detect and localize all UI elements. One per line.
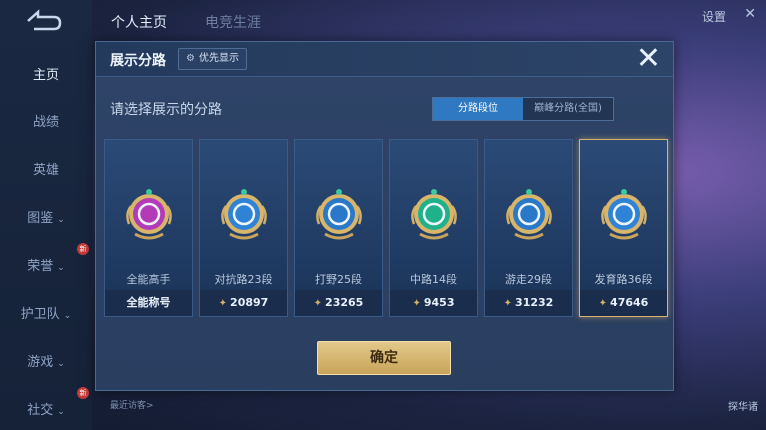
confirm-button[interactable]: 确定 xyxy=(317,341,451,375)
back-icon[interactable] xyxy=(24,8,64,34)
tab-lane-rank[interactable]: 分路段位 xyxy=(433,98,523,120)
lane-score-value: 31232 xyxy=(515,296,554,309)
recent-visitors-link[interactable]: 最近访客> xyxy=(110,398,154,411)
close-icon[interactable]: ✕ xyxy=(744,6,756,22)
lane-score: ✦ 23265 xyxy=(295,290,382,316)
lane-score: ✦ 47646 xyxy=(580,290,667,316)
lane-score: ✦ 20897 xyxy=(200,290,287,316)
sidebar-item-record[interactable]: 战绩 xyxy=(0,111,92,130)
sidebar-item-label: 图鉴 xyxy=(27,211,54,226)
sidebar-item-label: 游戏 xyxy=(27,355,54,370)
explore-label[interactable]: 探华诸 xyxy=(728,398,758,413)
chevron-down-icon: ⌄ xyxy=(63,311,72,321)
lane-score-value: 9453 xyxy=(423,296,455,309)
chevron-down-icon: ⌄ xyxy=(57,263,65,273)
score-icon: ✦ xyxy=(313,298,323,309)
lane-display-dialog: 展示分路 ⚙ 优先显示 ✕ 请选择展示的分路 分路段位 巅峰分路(全国) 全能高手… xyxy=(95,41,674,391)
sidebar-item-game[interactable]: 游戏 ⌄ xyxy=(0,351,92,370)
lane-emblem-icon xyxy=(601,189,647,240)
score-icon: ✦ xyxy=(218,298,228,309)
lane-emblem-icon xyxy=(411,189,457,240)
new-badge: 新 xyxy=(77,387,89,399)
lane-card-list: 全能高手 全能称号 对抗路23段 ✦ 20897 打野25段 ✦ 23265 中路14段 ✦ 945… xyxy=(104,139,668,317)
lane-card[interactable]: 打野25段 ✦ 23265 xyxy=(294,139,383,317)
sidebar-item-label: 荣誉 xyxy=(27,259,54,274)
priority-label: 优先显示 xyxy=(198,53,239,64)
lane-name: 打野25段 xyxy=(315,273,362,286)
tab-profile[interactable]: 个人主页 xyxy=(111,12,167,32)
sidebar-item-label: 英雄 xyxy=(32,163,59,178)
sidebar-item-label: 社交 xyxy=(27,403,54,418)
lane-name: 发育路36段 xyxy=(594,273,653,286)
gear-icon: ⚙ xyxy=(186,53,195,64)
sidebar-item-guard[interactable]: 护卫队 ⌄ xyxy=(0,303,92,322)
sidebar-item-home[interactable]: 主页 xyxy=(0,64,92,83)
lane-emblem-icon xyxy=(316,189,362,240)
lane-emblem-icon xyxy=(126,189,172,240)
sidebar: 主页 战绩 英雄 图鉴 ⌄ 荣誉 ⌄ 新 护卫队 ⌄ 游戏 ⌄ 社交 ⌄ 新 xyxy=(0,0,92,430)
lane-score-value: 47646 xyxy=(610,296,649,309)
lane-card[interactable]: 对抗路23段 ✦ 20897 xyxy=(199,139,288,317)
dialog-title: 展示分路 xyxy=(110,53,166,69)
new-badge: 新 xyxy=(77,243,89,255)
lane-name: 中路14段 xyxy=(410,273,457,286)
tab-esports[interactable]: 电竞生涯 xyxy=(205,12,261,32)
sidebar-item-gallery[interactable]: 图鉴 ⌄ xyxy=(0,207,92,226)
sidebar-item-label: 主页 xyxy=(32,68,59,83)
lane-score-value: 23265 xyxy=(325,296,364,309)
sidebar-item-heroes[interactable]: 英雄 xyxy=(0,159,92,178)
sidebar-item-social[interactable]: 社交 ⌄ xyxy=(0,399,92,418)
lane-score: ✦ 31232 xyxy=(485,290,572,316)
lane-mode-toggle: 分路段位 巅峰分路(全国) xyxy=(432,97,614,121)
chevron-down-icon: ⌄ xyxy=(57,215,65,225)
lane-score-value: 全能称号 xyxy=(126,296,171,309)
sidebar-item-honor[interactable]: 荣誉 ⌄ xyxy=(0,255,92,274)
score-icon: ✦ xyxy=(598,298,608,309)
lane-card[interactable]: 全能高手 全能称号 xyxy=(104,139,193,317)
lane-card[interactable]: 游走29段 ✦ 31232 xyxy=(484,139,573,317)
settings-button[interactable]: 设置 xyxy=(702,8,726,25)
score-icon: ✦ xyxy=(503,298,513,309)
lane-score: ✦ 9453 xyxy=(390,290,477,316)
lane-emblem-icon xyxy=(506,189,552,240)
sidebar-item-label: 战绩 xyxy=(32,115,59,130)
lane-card[interactable]: 发育路36段 ✦ 47646 xyxy=(579,139,668,317)
lane-score-value: 20897 xyxy=(230,296,269,309)
tab-peak-lane[interactable]: 巅峰分路(全国) xyxy=(523,98,613,120)
sidebar-item-label: 护卫队 xyxy=(20,307,60,322)
lane-emblem-icon xyxy=(221,189,267,240)
dialog-header: 展示分路 ⚙ 优先显示 ✕ xyxy=(96,42,673,77)
lane-name: 游走29段 xyxy=(505,273,552,286)
lane-name: 全能高手 xyxy=(126,273,171,286)
chevron-down-icon: ⌄ xyxy=(57,359,65,369)
close-button[interactable]: ✕ xyxy=(636,44,661,74)
dialog-subtitle: 请选择展示的分路 xyxy=(110,102,222,118)
lane-card[interactable]: 中路14段 ✦ 9453 xyxy=(389,139,478,317)
lane-name: 对抗路23段 xyxy=(214,273,273,286)
priority-display-button[interactable]: ⚙ 优先显示 xyxy=(178,48,247,70)
score-icon: ✦ xyxy=(412,298,421,309)
lane-score: 全能称号 xyxy=(105,290,192,316)
chevron-down-icon: ⌄ xyxy=(57,407,65,417)
